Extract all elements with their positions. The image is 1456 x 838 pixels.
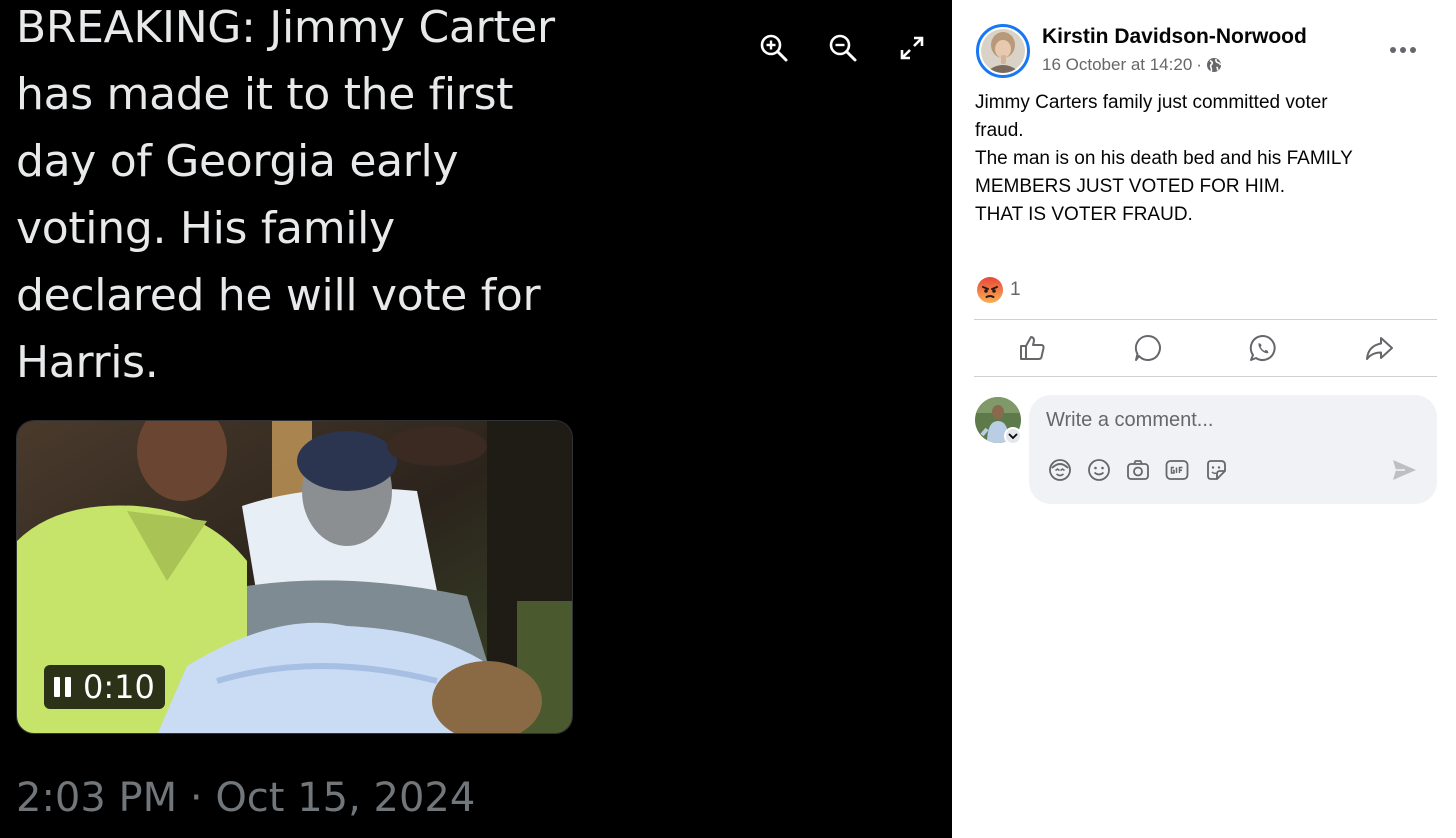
comment-tools <box>1047 457 1229 483</box>
author-name[interactable]: Kirstin Davidson-Norwood <box>1042 25 1307 49</box>
comment-button[interactable] <box>1090 320 1206 376</box>
fullscreen-icon <box>900 36 924 60</box>
post-line: fraud. <box>975 120 1024 141</box>
divider-bottom <box>974 376 1437 377</box>
tweet-text: BREAKING: Jimmy Carter has made it to th… <box>16 2 555 388</box>
whatsapp-share-button[interactable] <box>1206 320 1322 376</box>
post-actions <box>974 320 1437 376</box>
gif-icon <box>1165 460 1189 480</box>
more-options-button[interactable] <box>1388 38 1418 62</box>
tweet-video[interactable]: 0:10 <box>16 420 573 734</box>
send-icon <box>1393 460 1416 480</box>
post-body: Jimmy Carters family just committed vote… <box>975 89 1435 229</box>
avatar-sticker-button[interactable] <box>1047 457 1073 483</box>
sticker-button[interactable] <box>1203 457 1229 483</box>
post-panel: Kirstin Davidson-Norwood 16 October at 1… <box>952 0 1456 838</box>
whatsapp-icon <box>1250 334 1276 361</box>
reaction-summary[interactable]: 1 <box>976 276 1021 304</box>
video-controls[interactable]: 0:10 <box>44 665 165 709</box>
tweet-timestamp: 2:03 PM · Oct 15, 2024 <box>16 775 476 821</box>
avatar-sticker-icon <box>1049 459 1071 481</box>
media-viewer: BREAKING: Jimmy Carter has made it to th… <box>0 0 952 838</box>
comment-input[interactable] <box>1046 405 1416 435</box>
comment-icon <box>1134 334 1161 361</box>
share-button[interactable] <box>1321 320 1437 376</box>
account-switcher-button[interactable] <box>1004 427 1022 445</box>
author-avatar[interactable] <box>976 24 1030 78</box>
comment-composer <box>1029 395 1437 504</box>
post-line: Jimmy Carters family just committed vote… <box>975 92 1328 113</box>
post-date[interactable]: 16 October at 14:20 <box>1042 55 1192 75</box>
zoom-out-button[interactable] <box>825 30 861 66</box>
like-icon <box>1019 336 1045 360</box>
share-icon <box>1366 337 1394 360</box>
sticker-icon <box>1207 460 1226 480</box>
viewer-toolbar <box>756 30 930 66</box>
emoji-button[interactable] <box>1086 457 1112 483</box>
globe-icon <box>1206 58 1222 72</box>
zoom-in-icon <box>760 34 788 62</box>
gif-button[interactable] <box>1164 457 1190 483</box>
post-line: MEMBERS JUST VOTED FOR HIM. <box>975 176 1286 197</box>
chevron-down-icon <box>1008 433 1018 440</box>
reaction-count: 1 <box>1010 279 1021 300</box>
camera-icon <box>1127 460 1149 480</box>
angry-reaction-icon <box>977 277 1003 303</box>
zoom-in-button[interactable] <box>756 30 792 66</box>
pause-icon[interactable] <box>54 676 71 698</box>
more-dot-icon <box>1390 47 1396 53</box>
video-time: 0:10 <box>83 668 155 706</box>
post-line: The man is on his death bed and his FAMI… <box>975 148 1353 169</box>
fullscreen-button[interactable] <box>894 30 930 66</box>
post-line: THAT IS VOTER FRAUD. <box>975 204 1193 225</box>
meta-separator: · <box>1196 55 1202 74</box>
like-button[interactable] <box>974 320 1090 376</box>
emoji-icon <box>1088 459 1110 481</box>
post-meta: 16 October at 14:20 · <box>1042 55 1222 75</box>
send-comment-button[interactable] <box>1389 457 1419 483</box>
photo-button[interactable] <box>1125 457 1151 483</box>
zoom-out-icon <box>829 34 857 62</box>
